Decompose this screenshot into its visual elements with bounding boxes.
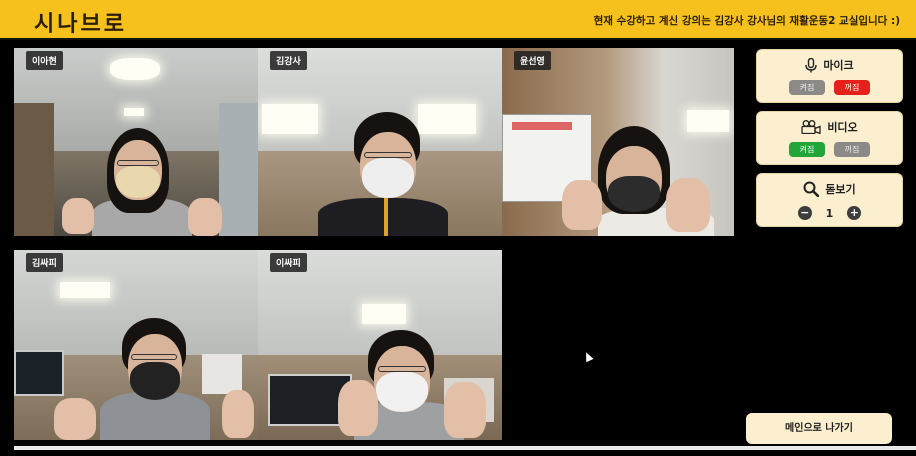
zoom-panel-header: 돋보기 [757, 181, 902, 197]
video-panel-header: 비디오 [757, 119, 902, 135]
video-feed [258, 48, 502, 236]
mic-label: 마이크 [823, 59, 854, 72]
video-toggle-group: 켜짐 꺼짐 [757, 142, 902, 157]
video-tile-participant-5[interactable]: 이싸피 [258, 250, 502, 440]
video-feed [258, 250, 502, 440]
video-feed [502, 48, 734, 236]
zoom-label: 돋보기 [825, 183, 856, 196]
video-tile-participant-3[interactable]: 윤선영 [502, 48, 734, 236]
microphone-icon [805, 57, 818, 73]
zoom-stepper: − 1 + [757, 206, 902, 220]
video-tile-participant-1[interactable]: 이아현 [14, 48, 258, 236]
video-tile-participant-4[interactable]: 김싸피 [14, 250, 258, 440]
zoom-control-panel: 돋보기 − 1 + [757, 174, 902, 226]
participant-name-tag: 윤선영 [514, 51, 551, 70]
video-control-panel: 비디오 켜짐 꺼짐 [757, 112, 902, 164]
bottom-divider [14, 446, 916, 450]
mic-panel-header: 마이크 [757, 57, 902, 73]
mic-off-button[interactable]: 꺼짐 [834, 80, 870, 95]
zoom-level: 1 [825, 206, 834, 220]
zoom-increase-button[interactable]: + [847, 206, 862, 220]
exit-to-main-button[interactable]: 메인으로 나가기 [746, 413, 892, 444]
mic-on-button[interactable]: 켜짐 [789, 80, 825, 95]
mic-toggle-group: 켜짐 꺼짐 [757, 80, 902, 95]
app-logo[interactable]: 시나브로 [34, 6, 127, 38]
video-tile-participant-2[interactable]: 김강사 [258, 48, 502, 236]
zoom-decrease-button[interactable]: − [797, 206, 812, 220]
video-on-button[interactable]: 켜짐 [789, 142, 825, 157]
participant-name-tag: 김강사 [270, 51, 307, 70]
video-label: 비디오 [827, 121, 858, 134]
magnifier-icon [803, 181, 820, 197]
video-feed [14, 48, 258, 236]
participant-name-tag: 김싸피 [26, 253, 63, 272]
lecture-notice: 현재 수강하고 계신 강의는 김강사 강사님의 재활운동2 교실입니다 :) [593, 15, 900, 27]
participant-name-tag: 이싸피 [270, 253, 307, 272]
video-feed [14, 250, 258, 440]
participant-name-tag: 이아현 [26, 51, 63, 70]
video-classroom-app: 시나브로 현재 수강하고 계신 강의는 김강사 강사님의 재활운동2 교실입니다… [0, 0, 916, 456]
top-header-bar: 시나브로 현재 수강하고 계신 강의는 김강사 강사님의 재활운동2 교실입니다… [0, 0, 916, 40]
video-off-button[interactable]: 꺼짐 [834, 142, 870, 157]
video-camera-icon [801, 120, 821, 134]
mouse-pointer-icon [582, 350, 594, 363]
mic-control-panel: 마이크 켜짐 꺼짐 [757, 50, 902, 102]
